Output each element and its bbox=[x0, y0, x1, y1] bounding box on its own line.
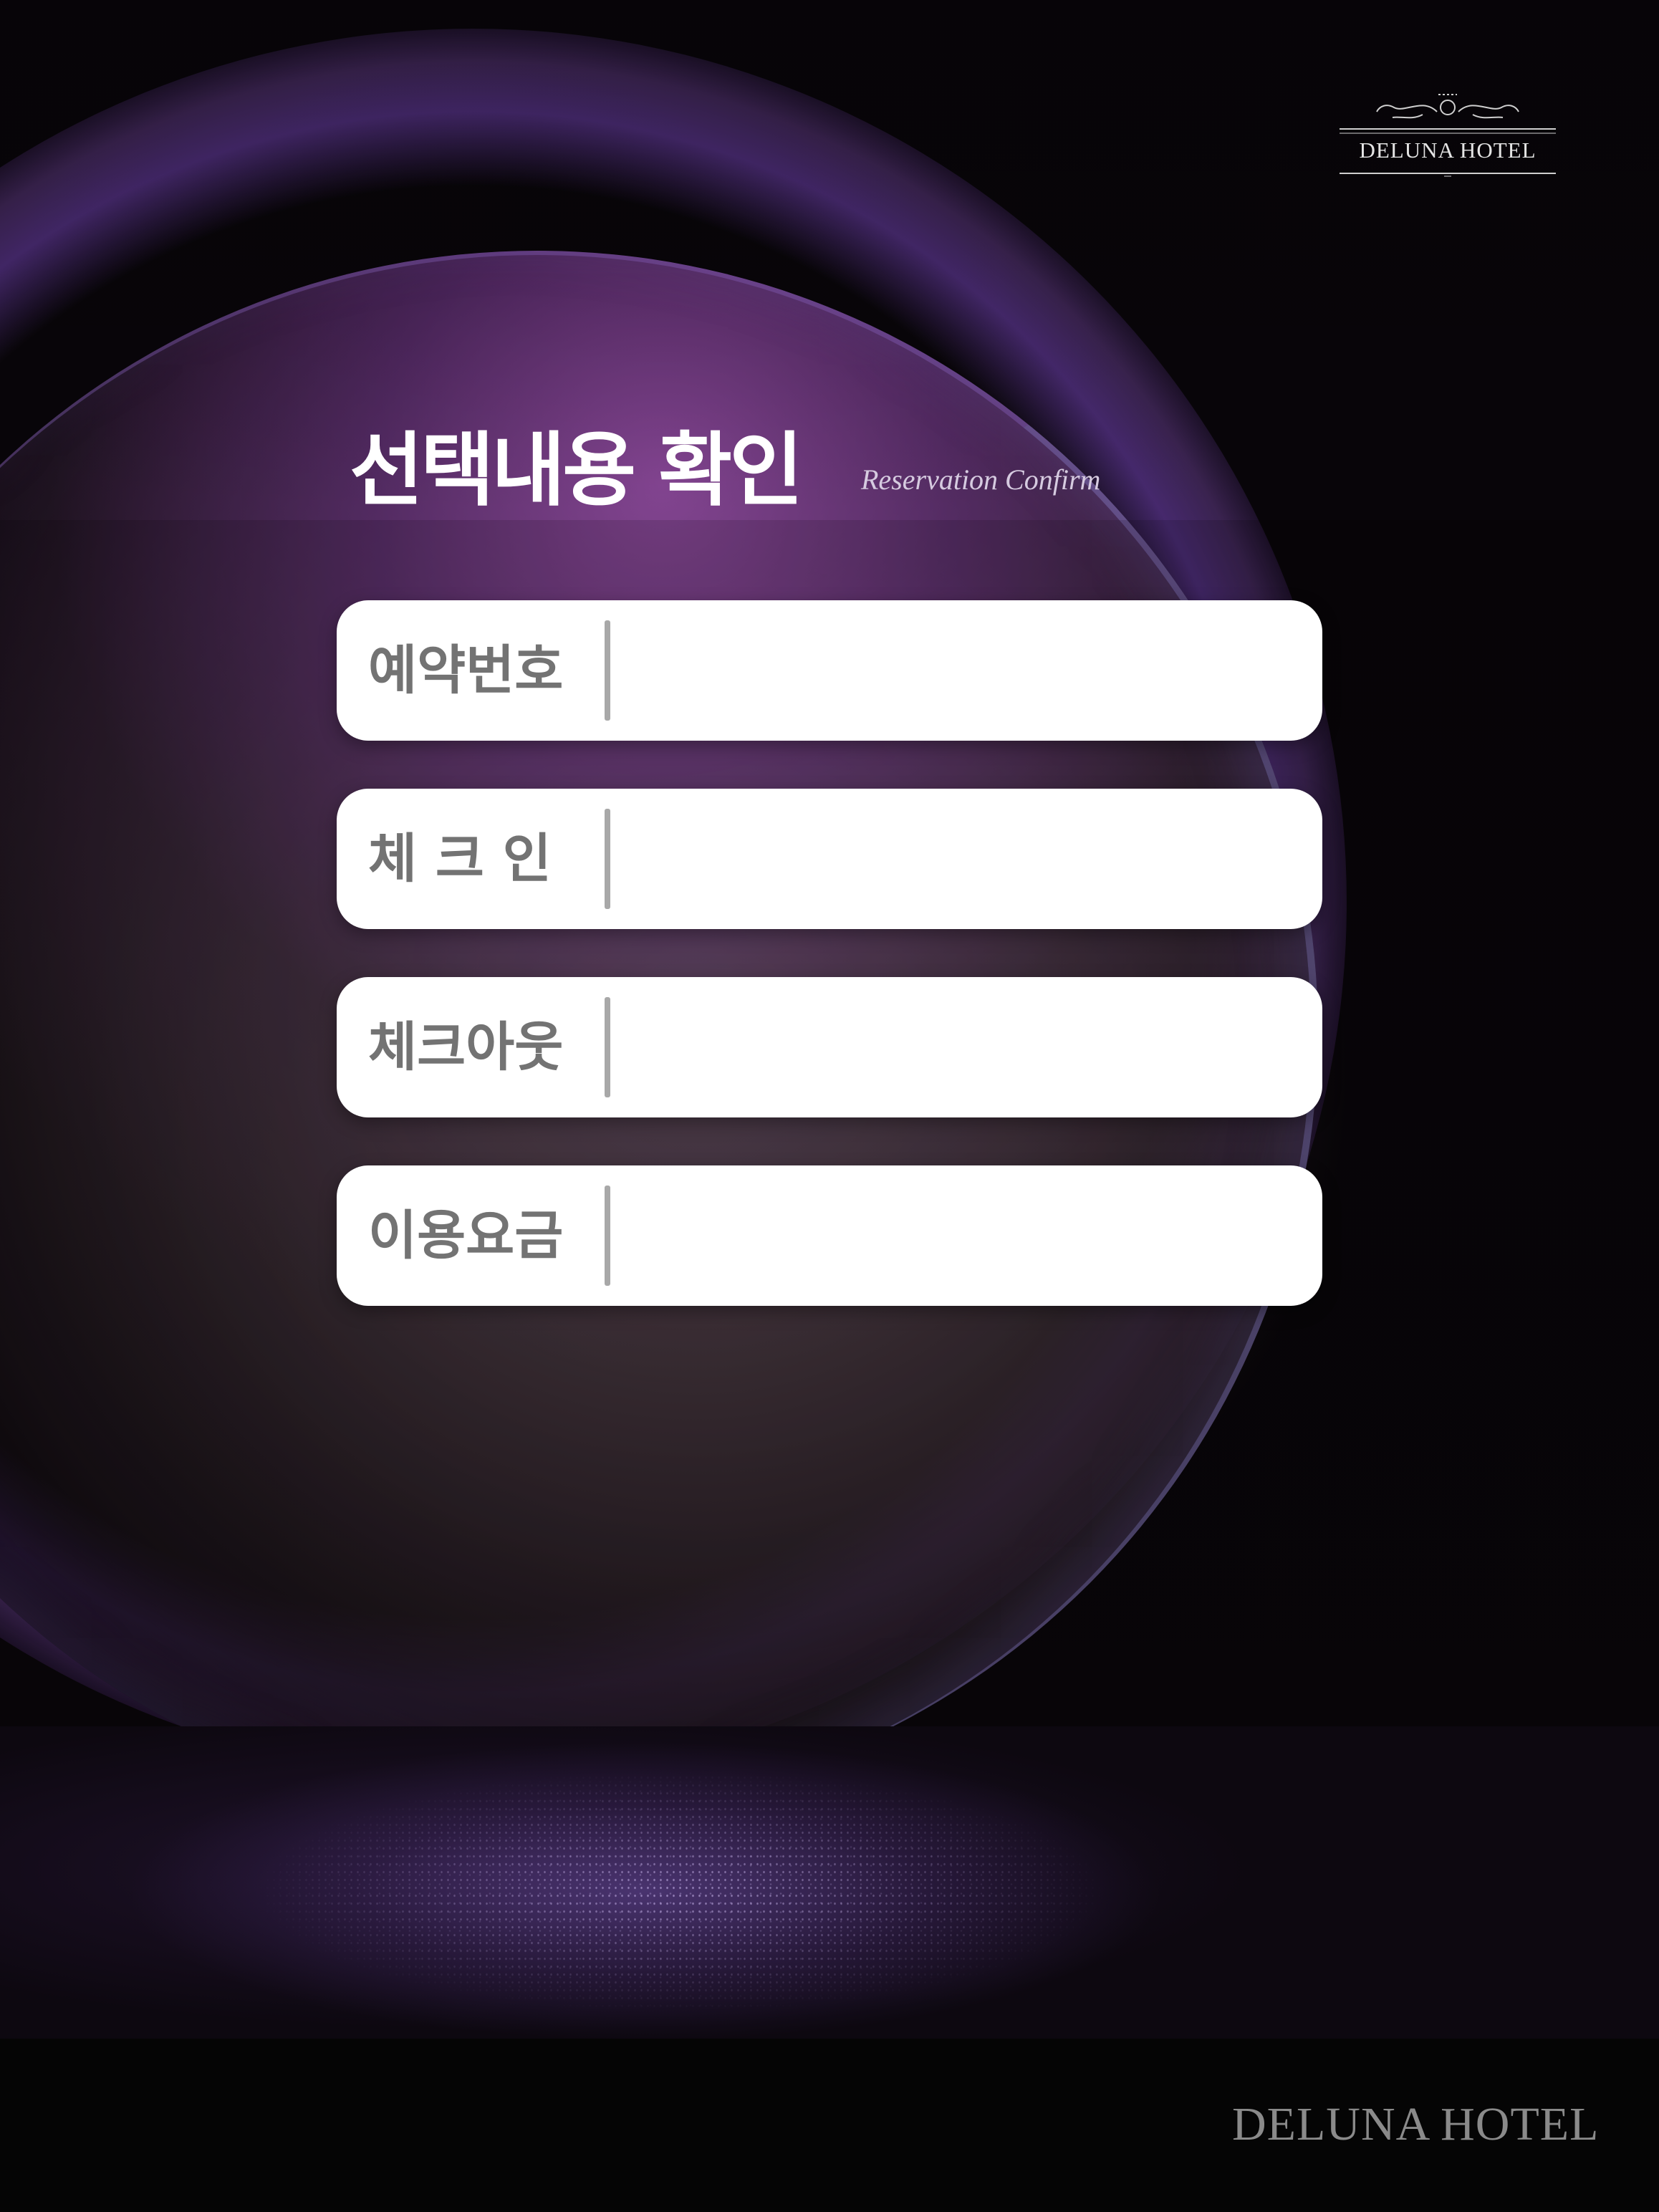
page-title: 선택내용 확인 bbox=[350, 424, 803, 517]
field-divider bbox=[605, 809, 610, 909]
check-out-field[interactable]: 체크아웃 bbox=[337, 977, 1322, 1117]
reservation-number-field[interactable]: 예약번호 bbox=[337, 600, 1322, 741]
reservation-number-value bbox=[638, 600, 1282, 741]
sparkle-decoration bbox=[0, 1726, 1659, 2039]
footer-brand-text: DELUNA HOTEL bbox=[1232, 2098, 1600, 2150]
field-divider bbox=[605, 1186, 610, 1286]
check-in-field[interactable]: 체 크 인 bbox=[337, 789, 1322, 929]
field-divider bbox=[605, 620, 610, 721]
check-in-label: 체 크 인 bbox=[368, 828, 552, 890]
field-divider bbox=[605, 997, 610, 1097]
top-band bbox=[0, 0, 1659, 520]
logo-ornament-icon bbox=[1340, 94, 1556, 177]
reservation-number-label: 예약번호 bbox=[368, 640, 564, 701]
page-subtitle: Reservation Confirm bbox=[861, 463, 1101, 496]
check-out-label: 체크아웃 bbox=[368, 1016, 564, 1078]
usage-fee-value bbox=[638, 1165, 1282, 1306]
usage-fee-field[interactable]: 이용요금 bbox=[337, 1165, 1322, 1306]
logo-text: DELUNA HOTEL bbox=[1359, 138, 1537, 163]
check-in-value bbox=[638, 789, 1282, 929]
usage-fee-label: 이용요금 bbox=[368, 1205, 564, 1266]
hotel-logo: DELUNA HOTEL bbox=[1337, 85, 1559, 178]
check-out-value bbox=[638, 977, 1282, 1117]
reservation-confirm-screen: DELUNA HOTEL 선택내용 확인 Reservation Confirm… bbox=[0, 0, 1659, 2212]
